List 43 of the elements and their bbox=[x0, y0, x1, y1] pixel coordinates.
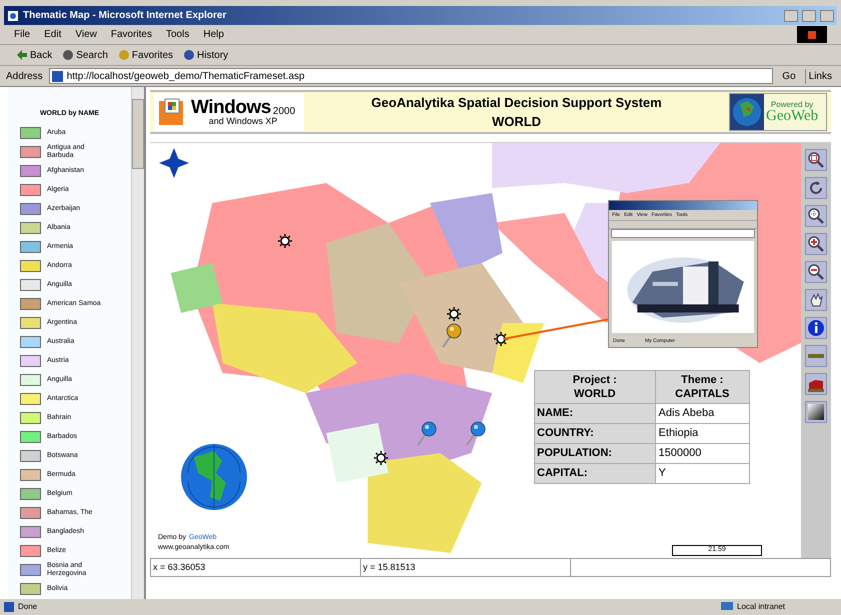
powered-by-text: Powered by bbox=[770, 100, 814, 108]
logo-subtitle: and Windows XP bbox=[208, 117, 278, 126]
logo-word: Windows bbox=[191, 98, 271, 117]
zone-text: Local intranet bbox=[737, 601, 786, 613]
logo-version: 2000 bbox=[272, 107, 296, 117]
gradient-icon[interactable] bbox=[805, 401, 827, 423]
zoom-area-icon[interactable] bbox=[805, 205, 827, 227]
app-title: GeoAnalytika Spatial Decision Support System bbox=[371, 94, 662, 112]
status-text: Done bbox=[18, 601, 38, 613]
globe-icon bbox=[730, 94, 764, 130]
toolbar-button[interactable]: Favorites bbox=[118, 48, 174, 62]
minimize-button[interactable] bbox=[784, 10, 798, 22]
zoom-out-icon[interactable] bbox=[805, 261, 827, 283]
toolbar-button[interactable]: History bbox=[183, 48, 228, 62]
menu-item[interactable]: Tools bbox=[166, 27, 190, 42]
zoom-in-icon[interactable] bbox=[805, 233, 827, 255]
info-icon[interactable] bbox=[805, 317, 827, 339]
toolbar-button[interactable]: Search bbox=[62, 48, 108, 62]
coordinate-text: x = 63.36053 bbox=[151, 559, 361, 576]
links-button[interactable]: Links bbox=[804, 68, 835, 84]
address-label: Address bbox=[6, 70, 43, 84]
coordinate-text: y = 15.81513 bbox=[361, 559, 571, 576]
throbber-icon bbox=[797, 26, 827, 43]
window-title: Thematic Map - Microsoft Internet Explorer bbox=[23, 9, 226, 23]
menu-item[interactable]: View bbox=[75, 27, 97, 42]
toolbar-button[interactable]: Back bbox=[16, 48, 52, 62]
layer-icon[interactable] bbox=[805, 373, 827, 395]
ruler-icon[interactable] bbox=[805, 345, 827, 367]
menu-item[interactable]: Edit bbox=[44, 27, 62, 42]
zoom-extent-icon[interactable] bbox=[805, 149, 827, 171]
app-subtitle: WORLD bbox=[492, 113, 542, 131]
menu-item[interactable]: Favorites bbox=[110, 27, 152, 42]
menu-item[interactable]: Help bbox=[203, 27, 224, 42]
menu-item[interactable]: File bbox=[14, 27, 30, 42]
refresh-icon[interactable] bbox=[805, 177, 827, 199]
hand-icon[interactable] bbox=[805, 289, 827, 311]
address-field[interactable]: http://localhost/geoweb_demo/ThematicFrameset.asp bbox=[48, 68, 774, 84]
scrollbar[interactable] bbox=[131, 87, 144, 599]
back-arrow-icon bbox=[16, 49, 28, 61]
brand-text: GeoWeb bbox=[766, 108, 818, 124]
close-button[interactable] bbox=[820, 10, 834, 22]
maximize-button[interactable] bbox=[802, 10, 816, 22]
go-button[interactable]: Go bbox=[779, 68, 799, 84]
